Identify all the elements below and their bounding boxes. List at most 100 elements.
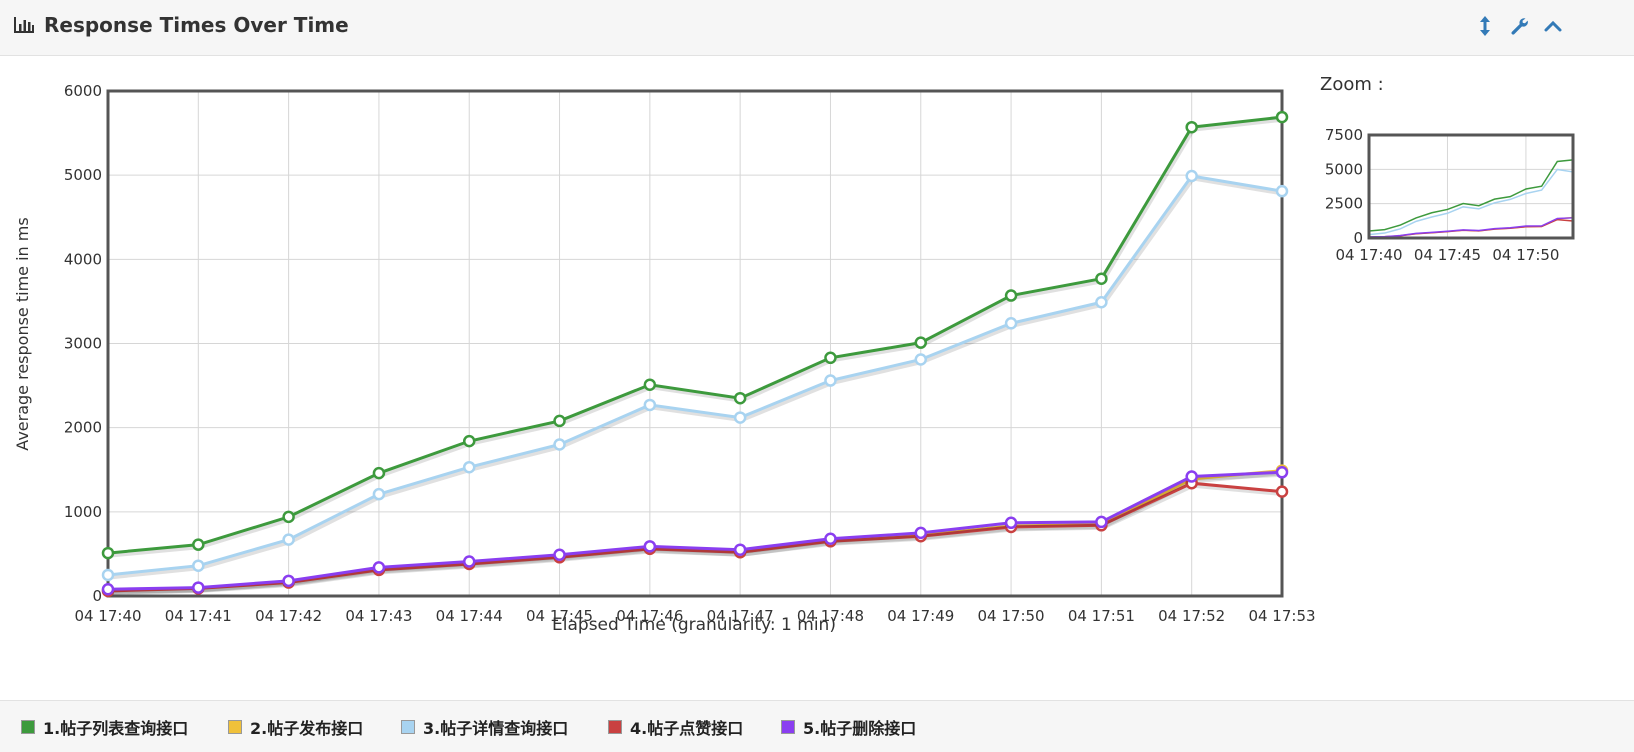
data-point[interactable] <box>733 391 747 405</box>
zoom-series-line-5 <box>1368 217 1574 238</box>
chevron-up-icon[interactable] <box>1542 14 1564 38</box>
data-point[interactable] <box>914 526 928 540</box>
legend-label: 2.帖子发布接口 <box>250 719 364 738</box>
chart-area: 0 1000 2000 3000 4000 5000 6000 04 17:40 04 17:4… <box>0 56 1634 700</box>
data-point[interactable] <box>372 466 386 480</box>
data-point[interactable] <box>824 374 837 387</box>
data-point[interactable] <box>1004 289 1018 302</box>
data-point[interactable] <box>553 548 566 562</box>
legend-item-1[interactable]: 1.帖子列表查询接口 <box>21 717 189 738</box>
data-point[interactable] <box>372 561 386 574</box>
data-point[interactable] <box>643 398 657 412</box>
data-point[interactable] <box>553 438 566 451</box>
resize-vertical-icon[interactable] <box>1474 14 1496 38</box>
data-point[interactable] <box>643 540 657 553</box>
legend-item-2[interactable]: 2.帖子发布接口 <box>228 717 364 738</box>
data-point[interactable] <box>553 414 566 428</box>
y-tick-label: 5000 <box>64 166 102 184</box>
data-point[interactable] <box>462 434 476 448</box>
x-tick-label: 04 17:49 <box>887 607 954 625</box>
data-point[interactable] <box>1275 466 1289 479</box>
data-point[interactable] <box>192 538 205 551</box>
legend-swatch <box>781 720 795 734</box>
y-tick-label: 4000 <box>64 250 102 268</box>
data-point[interactable] <box>192 559 205 572</box>
data-point[interactable] <box>372 487 386 501</box>
data-point[interactable] <box>1095 272 1108 285</box>
data-point[interactable] <box>1004 317 1018 330</box>
x-tick-label: 04 17:50 <box>978 607 1045 625</box>
legend-swatch <box>401 720 415 734</box>
wrench-icon[interactable] <box>1508 14 1530 38</box>
data-point[interactable] <box>914 336 928 349</box>
legend-item-4[interactable]: 4.帖子点赞接口 <box>608 717 744 738</box>
legend: 1.帖子列表查询接口 2.帖子发布接口 3.帖子详情查询接口 4.帖子点赞接口 5.帖子… <box>0 700 1634 752</box>
legend-label: 5.帖子删除接口 <box>803 719 917 738</box>
series-line-shadow <box>109 117 1284 558</box>
data-point[interactable] <box>733 411 747 424</box>
series-line <box>107 470 1283 591</box>
x-tick-label: 04 17:51 <box>1068 607 1135 625</box>
legend-item-3[interactable]: 3.帖子详情查询接口 <box>401 717 569 738</box>
data-point[interactable] <box>1095 296 1108 309</box>
legend-swatch <box>21 720 35 734</box>
data-point[interactable] <box>824 532 837 546</box>
series-1[interactable] <box>101 110 1289 560</box>
series-4[interactable] <box>101 476 1289 598</box>
zoom-overview-chart[interactable]: 0 2500 5000 7500 04 17:40 04 17:45 04 17:50 <box>1325 126 1575 264</box>
data-point[interactable] <box>282 510 295 524</box>
response-times-chart[interactable]: 0 1000 2000 3000 4000 5000 6000 04 17:40 04 17:4… <box>0 56 1634 700</box>
zoom-series-line-2 <box>1368 216 1574 238</box>
data-point[interactable] <box>643 378 657 391</box>
x-tick-label: 04 17:52 <box>1158 607 1225 625</box>
zoom-label: Zoom : <box>1320 74 1384 95</box>
x-tick-label: 04 17:40 <box>74 607 141 625</box>
series-line <box>107 115 1283 555</box>
data-point[interactable] <box>733 543 747 556</box>
y-tick-label: 6000 <box>64 82 102 100</box>
data-point[interactable] <box>1185 120 1198 134</box>
x-axis-label: Elapsed Time (granularity: 1 min) <box>552 615 836 635</box>
series-line-shadow <box>109 471 1284 595</box>
data-point[interactable] <box>101 583 115 596</box>
data-point[interactable] <box>462 460 476 474</box>
data-point[interactable] <box>824 351 837 365</box>
data-point[interactable] <box>282 574 295 588</box>
data-point[interactable] <box>1275 485 1289 498</box>
legend-label: 4.帖子点赞接口 <box>630 719 744 738</box>
legend-label: 3.帖子详情查询接口 <box>423 719 569 738</box>
zoom-x-tick-label: 04 17:45 <box>1414 246 1481 264</box>
data-point[interactable] <box>101 568 115 582</box>
data-point[interactable] <box>1095 515 1108 529</box>
legend-swatch <box>228 720 242 734</box>
x-tick-label: 04 17:42 <box>255 607 322 625</box>
x-tick-label: 04 17:43 <box>345 607 412 625</box>
zoom-x-tick-label: 04 17:40 <box>1335 246 1402 264</box>
y-tick-label: 1000 <box>64 503 102 521</box>
x-tick-label: 04 17:41 <box>165 607 232 625</box>
zoom-y-tick-label: 5000 <box>1325 160 1363 178</box>
legend-label: 1.帖子列表查询接口 <box>43 719 189 738</box>
series-2[interactable] <box>101 464 1289 597</box>
data-point[interactable] <box>1004 516 1018 530</box>
data-point[interactable] <box>1185 470 1198 483</box>
data-point[interactable] <box>1185 169 1198 183</box>
data-point[interactable] <box>282 533 295 546</box>
page-title: Response Times Over Time <box>44 13 349 37</box>
zoom-frame <box>1367 133 1575 240</box>
data-point[interactable] <box>462 555 476 568</box>
y-tick-label: 3000 <box>64 335 102 353</box>
data-point[interactable] <box>1275 184 1289 198</box>
zoom-x-tick-label: 04 17:50 <box>1492 246 1559 264</box>
y-tick-label: 2000 <box>64 419 102 437</box>
series-5[interactable] <box>101 466 1289 596</box>
data-point[interactable] <box>101 546 115 560</box>
series-lines <box>101 110 1289 598</box>
series-line <box>107 469 1283 592</box>
data-point[interactable] <box>192 581 205 594</box>
legend-item-5[interactable]: 5.帖子删除接口 <box>781 717 917 738</box>
data-point[interactable] <box>1275 110 1289 124</box>
data-point[interactable] <box>914 353 928 366</box>
axes: 0 1000 2000 3000 4000 5000 6000 04 17:40 04 17:4… <box>64 82 1316 625</box>
legend-swatch <box>608 720 622 734</box>
